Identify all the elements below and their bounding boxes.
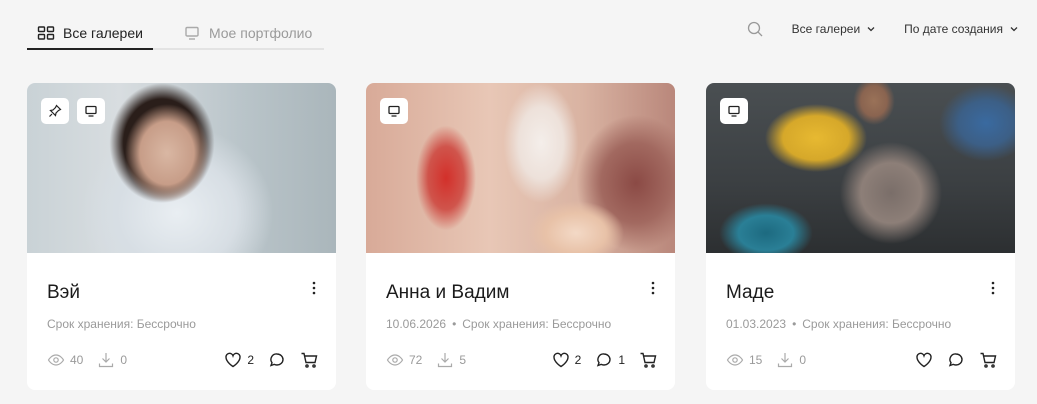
eye-icon <box>726 351 744 369</box>
gallery-cover-photo[interactable] <box>27 83 336 253</box>
storage-term: Срок хранения: Бессрочно <box>802 317 952 331</box>
gallery-meta: 10.06.2026 • Срок хранения: Бессрочно <box>386 317 611 331</box>
more-vertical-icon[interactable] <box>306 280 322 296</box>
card-badges <box>380 98 408 124</box>
gallery-stats: 72 5 <box>386 351 480 369</box>
views-stat: 72 <box>386 351 422 369</box>
likes-count: 2 <box>247 353 254 367</box>
card-actions: 2 1 <box>538 351 657 369</box>
like-button[interactable]: 2 <box>552 351 582 369</box>
monitor-icon[interactable] <box>380 98 408 124</box>
views-stat: 15 <box>726 351 762 369</box>
gallery-card[interactable]: Анна и Вадим 10.06.2026 • Срок хранения:… <box>366 83 675 390</box>
comment-icon <box>947 351 965 369</box>
comment-icon <box>595 351 613 369</box>
download-icon <box>97 351 115 369</box>
views-count: 72 <box>409 353 423 367</box>
downloads-stat: 5 <box>436 351 466 369</box>
download-icon <box>436 351 454 369</box>
downloads-stat: 0 <box>97 351 127 369</box>
tab-all-galleries[interactable]: Все галереи <box>27 18 153 50</box>
comment-button[interactable] <box>268 351 286 369</box>
like-button[interactable]: 2 <box>224 351 254 369</box>
more-vertical-icon[interactable] <box>985 280 1001 296</box>
separator-dot: • <box>792 317 797 331</box>
monitor-icon[interactable] <box>77 98 105 124</box>
monitor-icon <box>183 24 201 42</box>
tab-label: Мое портфолио <box>208 25 313 41</box>
gallery-filter-dropdown[interactable]: Все галереи <box>792 22 877 36</box>
download-icon <box>776 351 794 369</box>
toolbar: Все галереи По дате создания <box>746 20 1019 38</box>
tab-my-portfolio[interactable]: Мое портфолио <box>152 18 325 50</box>
eye-icon <box>386 351 404 369</box>
cart-button[interactable] <box>639 351 657 369</box>
downloads-count: 0 <box>799 353 807 367</box>
gallery-date: 01.03.2023 <box>726 317 787 331</box>
downloads-count: 5 <box>459 353 467 367</box>
like-button[interactable] <box>915 351 933 369</box>
chevron-down-icon <box>1009 24 1019 34</box>
grid-icon <box>37 24 55 42</box>
cart-icon <box>300 351 318 369</box>
sort-label: По дате создания <box>904 22 1003 36</box>
gallery-tabs: Все галереи Мое портфолио <box>27 18 325 50</box>
downloads-count: 0 <box>120 353 128 367</box>
card-badges <box>720 98 748 124</box>
gallery-cover-photo[interactable] <box>366 83 675 253</box>
comment-button[interactable]: 1 <box>595 351 625 369</box>
cart-icon <box>639 351 657 369</box>
gallery-title[interactable]: Маде <box>726 282 774 304</box>
search-icon[interactable] <box>746 20 764 38</box>
gallery-meta: 01.03.2023 • Срок хранения: Бессрочно <box>726 317 951 331</box>
views-count: 40 <box>70 353 84 367</box>
cart-button[interactable] <box>300 351 318 369</box>
separator-dot: • <box>452 317 457 331</box>
storage-term: Срок хранения: Бессрочно <box>47 317 196 331</box>
card-actions: 2 <box>210 351 318 369</box>
gallery-cover-photo[interactable] <box>706 83 1015 253</box>
sort-dropdown[interactable]: По дате создания <box>904 22 1019 36</box>
gallery-card[interactable]: Вэй Срок хранения: Бессрочно 40 0 2 <box>27 83 336 390</box>
monitor-icon[interactable] <box>720 98 748 124</box>
tab-label: Все галереи <box>63 25 143 41</box>
storage-term: Срок хранения: Бессрочно <box>462 317 612 331</box>
comment-button[interactable] <box>947 351 965 369</box>
gallery-card[interactable]: Маде 01.03.2023 • Срок хранения: Бессроч… <box>706 83 1015 390</box>
heart-icon <box>915 351 933 369</box>
gallery-meta: Срок хранения: Бессрочно <box>47 317 196 331</box>
eye-icon <box>47 351 65 369</box>
cart-icon <box>979 351 997 369</box>
gallery-date: 10.06.2026 <box>386 317 447 331</box>
card-badges <box>41 98 105 124</box>
heart-icon <box>552 351 570 369</box>
downloads-stat: 0 <box>776 351 806 369</box>
more-vertical-icon[interactable] <box>645 280 661 296</box>
chevron-down-icon <box>866 24 876 34</box>
gallery-stats: 40 0 <box>47 351 141 369</box>
gallery-title[interactable]: Вэй <box>47 282 80 304</box>
card-actions <box>901 351 997 369</box>
cart-button[interactable] <box>979 351 997 369</box>
views-stat: 40 <box>47 351 83 369</box>
comments-count: 1 <box>618 353 625 367</box>
gallery-stats: 15 0 <box>726 351 820 369</box>
heart-icon <box>224 351 242 369</box>
gallery-title[interactable]: Анна и Вадим <box>386 282 509 304</box>
views-count: 15 <box>749 353 763 367</box>
likes-count: 2 <box>574 353 582 367</box>
filter-label: Все галереи <box>791 22 861 36</box>
comment-icon <box>268 351 286 369</box>
pin-icon[interactable] <box>41 98 69 124</box>
